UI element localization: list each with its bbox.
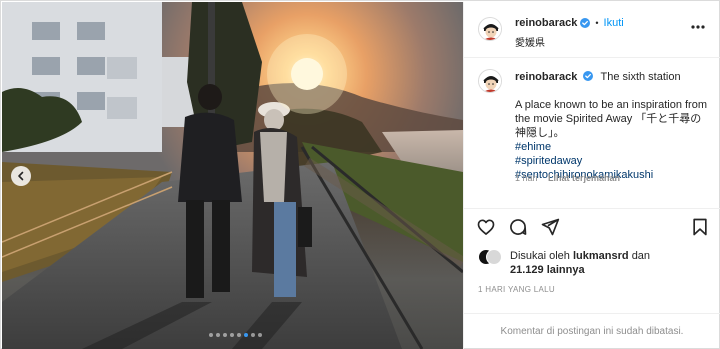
post-header: reinobarack • Ikuti 愛媛県 (464, 2, 720, 58)
likes-suffix: dan (631, 250, 651, 262)
caption-text: A place known to be an inspiration from … (515, 99, 708, 139)
caption-body: A place known to be an inspiration from … (515, 98, 710, 182)
hashtag-link[interactable]: #ehime (515, 140, 710, 154)
comments-disabled-notice: Komentar di postingan ini sudah dibatasi… (464, 313, 720, 349)
verified-badge-icon (583, 71, 594, 81)
caption-title: The sixth station (600, 71, 681, 83)
comment-button[interactable] (508, 217, 528, 237)
carousel-dot (209, 333, 213, 337)
post-actions-section: Disukai oleh lukmansrd dan 21.129 lainny… (464, 208, 720, 348)
photo-illustration (2, 2, 463, 349)
likes-count[interactable]: 21.129 lainnya (510, 264, 585, 276)
caption-meta: 1 hari Lihat terjemahan (515, 173, 620, 183)
avatar-illustration (479, 18, 501, 40)
chevron-left-icon (18, 171, 24, 181)
avatar (486, 249, 502, 265)
carousel-prev-button[interactable] (11, 166, 31, 186)
likes-prefix: Disukai oleh (510, 250, 570, 262)
likes-text: Disukai oleh lukmansrd dan 21.129 lainny… (510, 249, 700, 277)
header-username[interactable]: reinobarack (515, 17, 577, 29)
caption-username[interactable]: reinobarack (515, 71, 577, 83)
carousel-dot (251, 333, 255, 337)
avatar-illustration (479, 70, 501, 92)
more-options-button[interactable] (690, 19, 706, 35)
liked-by-avatars[interactable] (478, 249, 504, 267)
post-photo[interactable] (2, 2, 463, 349)
share-button[interactable] (540, 217, 560, 237)
hashtag-link[interactable]: #spiritedaway (515, 154, 710, 168)
comment-icon (510, 219, 527, 235)
bookmark-icon (693, 218, 707, 236)
heart-icon (477, 219, 495, 235)
liked-by-username[interactable]: lukmansrd (573, 250, 629, 262)
carousel-indicator (209, 333, 262, 337)
carousel-dot (237, 333, 241, 337)
carousel-dot (216, 333, 220, 337)
carousel-dot (244, 333, 248, 337)
caption-title-line: reinobarack The sixth station (515, 71, 681, 83)
separator-dot: • (595, 18, 599, 28)
share-icon (541, 218, 560, 236)
like-button[interactable] (476, 217, 496, 237)
more-horizontal-icon (691, 25, 705, 29)
verified-badge-icon (580, 18, 591, 28)
carousel-dot (230, 333, 234, 337)
header-user-line: reinobarack • Ikuti (515, 17, 624, 29)
caption-section: reinobarack The sixth station A place kn… (464, 59, 720, 208)
avatar[interactable] (478, 17, 502, 41)
follow-button[interactable]: Ikuti (604, 17, 624, 29)
carousel-dot (258, 333, 262, 337)
likes-summary: Disukai oleh lukmansrd dan 21.129 lainny… (478, 249, 700, 277)
translate-link[interactable]: Lihat terjemahan (548, 173, 620, 183)
save-button[interactable] (690, 217, 710, 237)
caption-time: 1 hari (515, 173, 538, 183)
post-location[interactable]: 愛媛県 (515, 34, 545, 49)
post-frame: reinobarack • Ikuti 愛媛県 reinobarack The … (0, 0, 720, 349)
post-sidebar: reinobarack • Ikuti 愛媛県 reinobarack The … (463, 2, 720, 349)
carousel-dot (223, 333, 227, 337)
avatar[interactable] (478, 69, 502, 93)
post-timestamp[interactable]: 1 HARI YANG LALU (478, 285, 555, 294)
